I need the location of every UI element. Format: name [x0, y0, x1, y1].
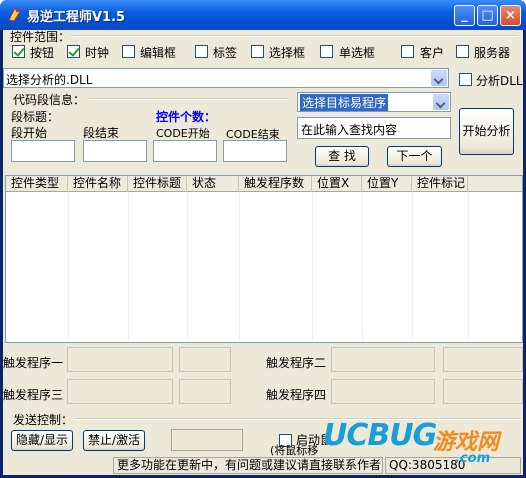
group-divider — [75, 418, 521, 420]
grid-line — [468, 192, 469, 342]
watermark-brand: UCBUG — [323, 418, 437, 453]
window-title: 易逆工程师V1.5 — [27, 10, 126, 25]
search-input-value: 在此输入查找内容 — [301, 123, 398, 137]
disable-enable-button[interactable]: 禁止/激活 — [83, 430, 145, 451]
drag-hint-label: (将鼠标移 — [270, 444, 319, 457]
title-bar[interactable]: 易逆工程师V1.5 _ □ × — [0, 0, 526, 30]
checkbox-client[interactable] — [401, 45, 414, 58]
column-header[interactable]: 控件标题 — [128, 176, 187, 192]
search-input[interactable]: 在此输入查找内容 — [297, 117, 451, 139]
target-program-value: 选择目标易程序 — [300, 94, 389, 111]
chevron-down-icon[interactable] — [433, 94, 449, 110]
trigger1-field-a — [67, 347, 173, 372]
client-area: 控件范围： 按钮 时钟 编辑框 标签 选择框 单选框 客户 服务器 选择分析的.… — [3, 30, 523, 475]
segment-start-field[interactable] — [11, 140, 75, 162]
table-header: 控件类型 控件名称 控件标题 状态 触发程序数 位置X 位置Y 控件标记 — [6, 176, 522, 192]
dll-select[interactable]: 选择分析的.DLL — [3, 68, 449, 88]
trigger2-field-a — [331, 347, 435, 372]
grid-line — [312, 192, 313, 342]
grid-line — [187, 192, 188, 342]
status-qq: QQ:3805180 — [385, 457, 521, 474]
checkbox-selectbox[interactable] — [251, 45, 264, 58]
close-button[interactable]: × — [500, 5, 521, 26]
trigger4-field-b — [443, 379, 523, 404]
maximize-button[interactable]: □ — [477, 5, 498, 26]
column-header[interactable]: 触发程序数 — [239, 176, 312, 192]
trigger1-field-b — [179, 347, 231, 372]
status-message: 更多功能在更新中，有问题或建议请直接联系作者 — [113, 457, 383, 474]
group-divider — [89, 98, 289, 100]
start-analysis-button[interactable]: 开始分析 — [459, 108, 514, 155]
dll-select-value: 选择分析的.DLL — [6, 73, 93, 87]
minimize-button[interactable]: _ — [454, 5, 475, 26]
trigger4-label: 触发程序四 — [266, 388, 327, 402]
checkbox-timer-label: 时钟 — [85, 46, 110, 60]
trigger3-label: 触发程序三 — [3, 388, 64, 402]
segment-end-label: 段结束 — [83, 126, 120, 140]
chevron-down-icon[interactable] — [431, 70, 447, 86]
column-header[interactable]: 控件标记 — [412, 176, 468, 192]
column-header[interactable]: 位置Y — [362, 176, 412, 192]
checkbox-button-label: 按钮 — [30, 46, 55, 60]
checkbox-server[interactable] — [456, 45, 469, 58]
column-header[interactable]: 控件类型 — [6, 176, 68, 192]
controls-range-label: 控件范围： — [10, 30, 71, 44]
trigger4-field-a — [331, 379, 435, 404]
watermark-domain: .com — [455, 451, 491, 466]
grid-line — [412, 192, 413, 342]
checkbox-radio-label: 单选框 — [339, 46, 376, 60]
grid-line — [68, 192, 69, 342]
target-program-select[interactable]: 选择目标易程序 — [297, 92, 451, 112]
segment-start-label: 段开始 — [11, 126, 48, 140]
analyze-dll-label: 分析DLL — [476, 74, 523, 88]
checkbox-selectbox-label: 选择框 — [269, 46, 306, 60]
column-header[interactable]: 状态 — [187, 176, 239, 192]
send-control-group-label: 发送控制： — [13, 413, 74, 427]
send-value-field — [171, 429, 243, 451]
trigger3-field-a — [67, 379, 173, 404]
control-count-label: 控件个数： — [156, 110, 217, 124]
grid-line — [239, 192, 240, 342]
trigger3-field-b — [179, 379, 231, 404]
checkbox-label[interactable] — [195, 45, 208, 58]
analyze-dll-checkbox[interactable] — [459, 73, 472, 86]
segment-end-field[interactable] — [83, 140, 147, 162]
segment-title-label: 段标题： — [11, 110, 60, 124]
checkbox-editbox-label: 编辑框 — [140, 46, 177, 60]
code-end-field[interactable] — [223, 140, 287, 162]
checkbox-label-label: 标签 — [213, 46, 238, 60]
code-start-label: CODE开始 — [156, 127, 210, 140]
app-window: 易逆工程师V1.5 _ □ × 控件范围： 按钮 时钟 编辑框 标签 选择框 单… — [0, 0, 526, 478]
find-button[interactable]: 查 找 — [315, 146, 369, 167]
column-header[interactable]: 位置X — [312, 176, 362, 192]
trigger2-label: 触发程序二 — [266, 356, 327, 370]
checkbox-editbox[interactable] — [122, 45, 135, 58]
checkbox-client-label: 客户 — [420, 46, 445, 60]
column-header[interactable]: 控件名称 — [68, 176, 128, 192]
checkbox-radio[interactable] — [320, 45, 333, 58]
checkbox-server-label: 服务器 — [474, 46, 511, 60]
trigger2-field-b — [443, 347, 523, 372]
code-start-field[interactable] — [153, 140, 217, 162]
controls-table[interactable]: 控件类型 控件名称 控件标题 状态 触发程序数 位置X 位置Y 控件标记 — [5, 175, 523, 343]
grid-line — [128, 192, 129, 342]
group-divider — [71, 35, 519, 37]
checkbox-button[interactable] — [12, 45, 25, 58]
app-icon — [8, 6, 23, 22]
trigger1-label: 触发程序一 — [3, 356, 64, 370]
code-segment-group-label: 代码段信息： — [13, 93, 86, 107]
checkbox-timer[interactable] — [67, 45, 80, 58]
hide-show-button[interactable]: 隐藏/显示 — [11, 430, 73, 451]
grid-line — [362, 192, 363, 342]
next-button[interactable]: 下一个 — [387, 146, 442, 167]
